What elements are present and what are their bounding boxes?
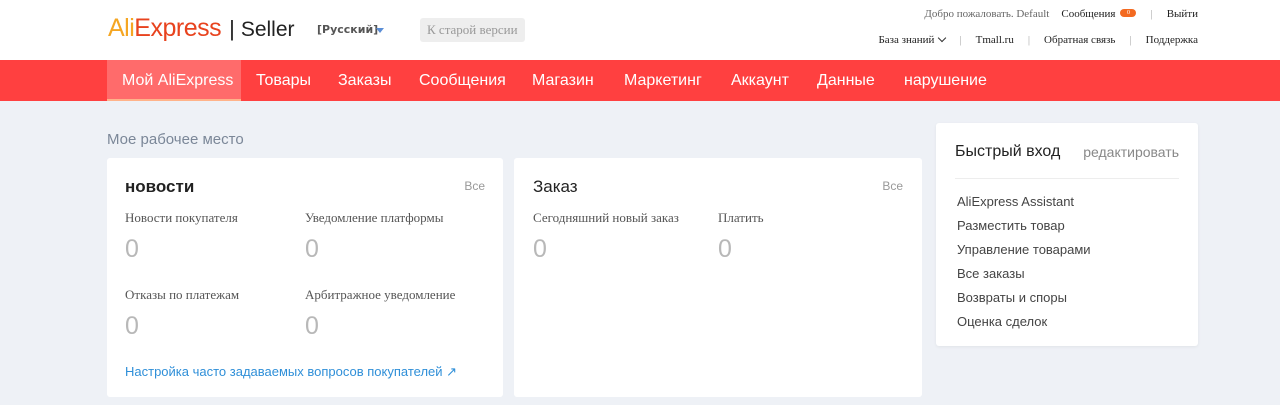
welcome-text: Добро пожаловать. Default [924,8,1050,20]
nav-item-my-aliexpress[interactable]: Мой AliExpress [107,60,241,101]
nav-item-messages[interactable]: Сообщения [419,60,506,101]
top-header: AliExpress | Seller [Русский] К старой в… [0,0,1280,60]
tmall-link[interactable]: Tmall.ru [976,34,1014,46]
quick-entry-returns-disputes[interactable]: Возвраты и споры [957,290,1067,305]
chargebacks-label: Отказы по платежам [125,287,240,302]
nav-item-products[interactable]: Товары [256,60,311,101]
new-orders-today-count[interactable]: 0 [533,235,547,264]
arbitration-notice-count[interactable]: 0 [305,312,319,341]
messages-badge: 0 [1120,9,1137,17]
divider [955,178,1179,179]
nav-item-orders[interactable]: Заказы [338,60,391,101]
news-card: новости Все Новости покупателя 0 Уведомл… [107,158,503,397]
top-user-links: Добро пожаловать. Default Сообщения 0 | … [924,8,1198,20]
logo-separator: | [229,16,235,41]
caret-down-icon[interactable] [376,28,384,33]
knowledge-base-link[interactable]: База знаний [878,34,934,46]
platform-notice-label: Уведомление платформы [305,210,444,225]
main-nav: Мой AliExpress Товары Заказы Сообщения М… [0,60,1280,101]
workspace-title: Мое рабочее место [107,131,244,148]
logout-link[interactable]: Выйти [1167,8,1198,20]
buyer-news-count[interactable]: 0 [125,235,139,264]
quick-entry-manage-products[interactable]: Управление товарами [957,242,1091,257]
news-card-title: новости [125,177,195,196]
external-link-icon: ↗ [442,364,458,379]
nav-item-store[interactable]: Магазин [532,60,594,101]
messages-link[interactable]: Сообщения [1061,8,1115,20]
nav-item-marketing[interactable]: Маркетинг [624,60,702,101]
aliexpress-seller-logo[interactable]: AliExpress | Seller [108,14,295,43]
quick-entry-all-orders[interactable]: Все заказы [957,266,1025,281]
nav-item-data[interactable]: Данные [817,60,875,101]
platform-notice-count[interactable]: 0 [305,235,319,264]
logo-seller-text: Seller [240,18,295,41]
orders-card-title: Заказ [533,177,578,196]
quick-entry-add-product[interactable]: Разместить товар [957,218,1065,233]
logo-express-part: Express [134,14,222,42]
nav-item-account[interactable]: Аккаунт [731,60,789,101]
new-orders-today-label: Сегодняшний новый заказ [533,210,679,225]
chargebacks-count[interactable]: 0 [125,312,139,341]
feedback-link[interactable]: Обратная связь [1044,34,1115,46]
language-selector[interactable]: [Русский] [317,23,378,36]
quick-entry-transaction-rating[interactable]: Оценка сделок [957,314,1047,329]
old-version-button[interactable]: К старой версии [420,18,525,42]
logo-aliexpress-text: AliExpress [108,14,222,43]
quick-entry-edit-link[interactable]: редактировать [1083,144,1179,160]
orders-all-link[interactable]: Все [882,179,903,193]
arbitration-notice-label: Арбитражное уведомление [305,287,456,302]
nav-item-violations[interactable]: нарушение [904,60,987,101]
support-link[interactable]: Поддержка [1146,34,1198,46]
chevron-down-icon[interactable] [938,33,947,43]
buyer-news-label: Новости покупателя [125,210,238,225]
faq-settings-link[interactable]: Настройка часто задаваемых вопросов поку… [125,364,457,380]
news-all-link[interactable]: Все [464,179,485,193]
quick-entry-assistant[interactable]: AliExpress Assistant [957,194,1074,209]
divider: | [959,34,962,46]
divider: | [1027,34,1031,46]
divider: | [1129,34,1132,46]
quick-entry-panel: Быстрый вход редактировать AliExpress As… [936,123,1198,346]
logo-ali-part: Ali [108,14,135,42]
awaiting-payment-label: Платить [718,210,764,225]
divider: | [1150,8,1153,20]
secondary-links: База знаний | Tmall.ru | Обратная связь … [878,33,1198,46]
quick-entry-title: Быстрый вход [955,143,1061,160]
awaiting-payment-count[interactable]: 0 [718,235,732,264]
orders-card: Заказ Все Сегодняшний новый заказ 0 Плат… [514,158,922,397]
faq-settings-label: Настройка часто задаваемых вопросов поку… [125,364,443,379]
